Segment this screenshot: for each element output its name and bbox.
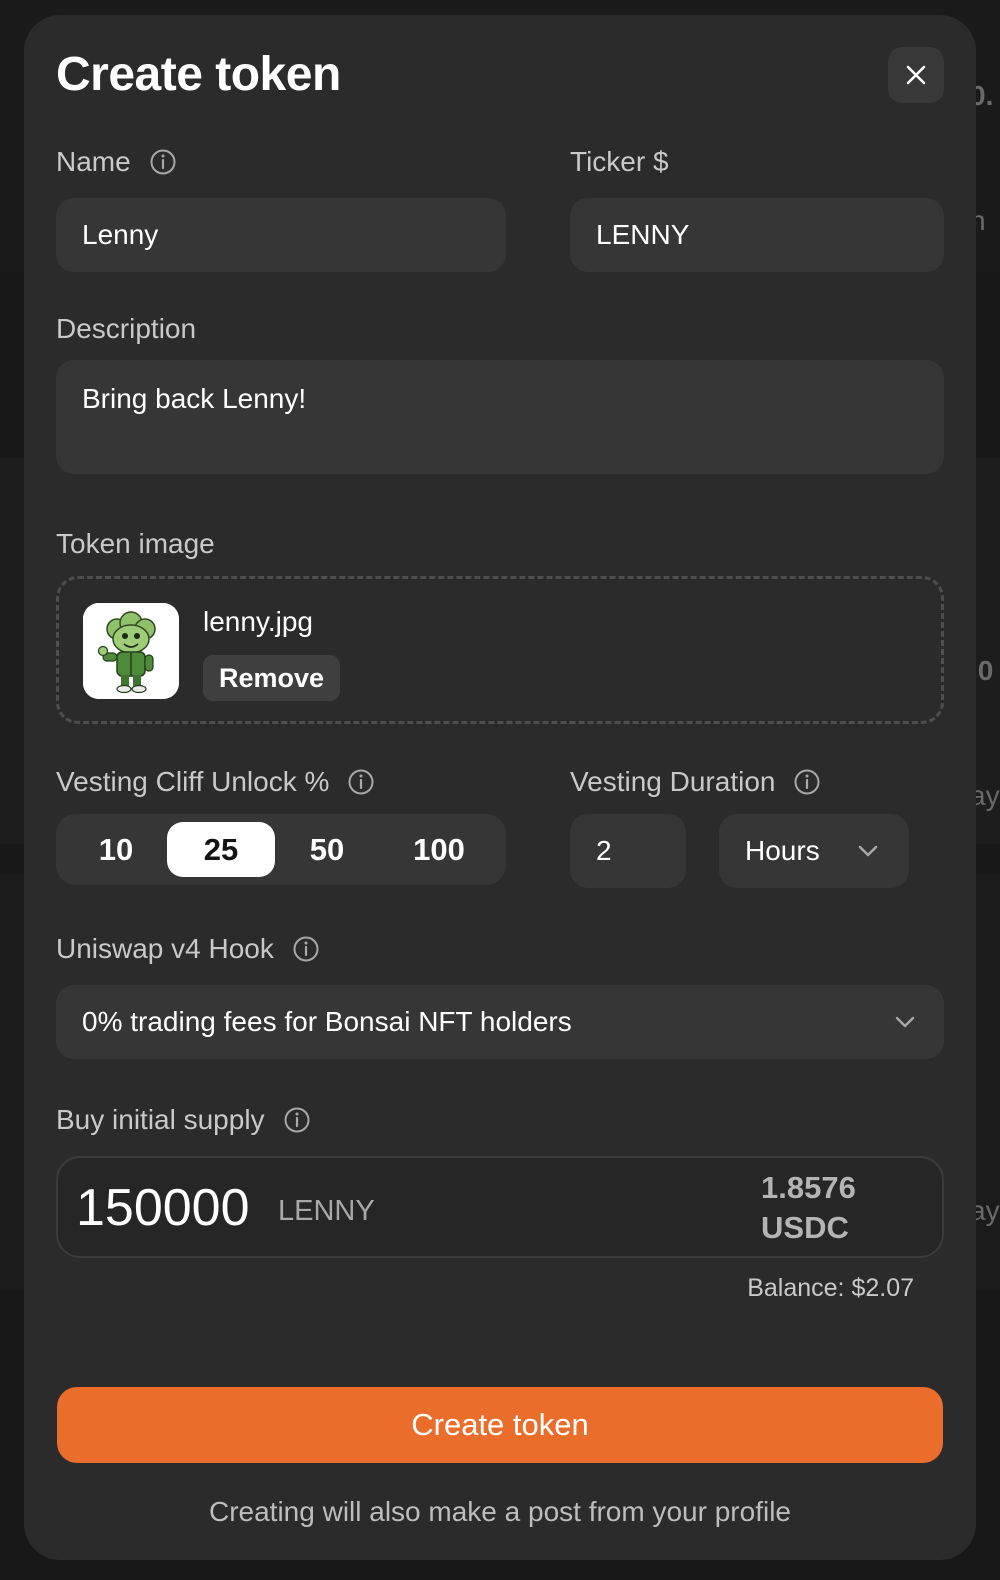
vesting-duration-input[interactable]: 2 <box>570 814 686 888</box>
balance-text: Balance: $2.07 <box>747 1274 914 1302</box>
file-name: lenny.jpg <box>203 606 314 637</box>
initial-supply-label-text: Buy initial supply <box>56 1104 265 1135</box>
modal-title: Create token <box>56 48 341 101</box>
hook-label-text: Uniswap v4 Hook <box>56 933 274 964</box>
supply-cost-currency: USDC <box>761 1210 849 1245</box>
hook-label: Uniswap v4 Hook <box>56 932 320 966</box>
cliff-option-25[interactable]: 25 <box>167 822 275 877</box>
info-icon[interactable] <box>793 768 821 796</box>
vesting-duration-label: Vesting Duration <box>570 765 821 799</box>
vesting-cliff-label-text: Vesting Cliff Unlock % <box>56 766 330 797</box>
name-label: Name <box>56 145 177 179</box>
close-button[interactable] <box>888 47 944 103</box>
hook-value: 0% trading fees for Bonsai NFT holders <box>82 1006 572 1037</box>
cliff-option-100[interactable]: 100 <box>382 822 496 877</box>
create-token-modal: Create token Name Lenny Ticker $ LENNY D… <box>24 15 976 1560</box>
vesting-unit-select[interactable]: Hours <box>719 814 909 888</box>
initial-supply-label: Buy initial supply <box>56 1103 311 1137</box>
chevron-down-icon <box>895 1016 915 1028</box>
description-textarea[interactable]: Bring back Lenny! <box>56 360 944 474</box>
token-image-thumbnail <box>83 603 179 699</box>
name-label-text: Name <box>56 146 131 177</box>
vesting-unit-value: Hours <box>745 835 820 866</box>
supply-amount-input[interactable]: 150000 <box>76 1178 250 1238</box>
info-icon[interactable] <box>347 768 375 796</box>
ticker-label: Ticker $ <box>570 146 669 177</box>
token-image-dropzone[interactable]: lenny.jpg Remove <box>56 576 944 724</box>
cliff-option-50[interactable]: 50 <box>276 822 378 877</box>
ticker-input[interactable]: LENNY <box>570 198 944 272</box>
supply-cost-value: 1.8576 <box>761 1170 856 1205</box>
info-icon[interactable] <box>149 148 177 176</box>
description-label: Description <box>56 313 197 344</box>
chevron-down-icon <box>858 845 878 857</box>
footnote-text: Creating will also make a post from your… <box>208 1496 791 1527</box>
info-icon[interactable] <box>292 935 320 963</box>
create-token-button[interactable]: Create token <box>57 1387 943 1463</box>
vesting-cliff-selector: 10 25 50 100 <box>56 814 506 885</box>
token-image-label: Token image <box>56 528 215 559</box>
vesting-cliff-label: Vesting Cliff Unlock % <box>56 765 375 799</box>
name-input[interactable]: Lenny <box>56 198 506 272</box>
initial-supply-field[interactable]: 150000 LENNY 1.8576 USDC <box>56 1156 944 1258</box>
close-icon <box>906 65 926 85</box>
supply-ticker: LENNY <box>278 1195 375 1227</box>
info-icon[interactable] <box>283 1106 311 1134</box>
vesting-duration-label-text: Vesting Duration <box>570 766 776 797</box>
hook-select[interactable]: 0% trading fees for Bonsai NFT holders <box>56 985 944 1059</box>
cliff-option-10[interactable]: 10 <box>64 822 168 877</box>
mascot-image <box>83 603 179 699</box>
supply-cost: 1.8576 USDC <box>761 1168 856 1248</box>
remove-image-button[interactable]: Remove <box>203 655 341 701</box>
